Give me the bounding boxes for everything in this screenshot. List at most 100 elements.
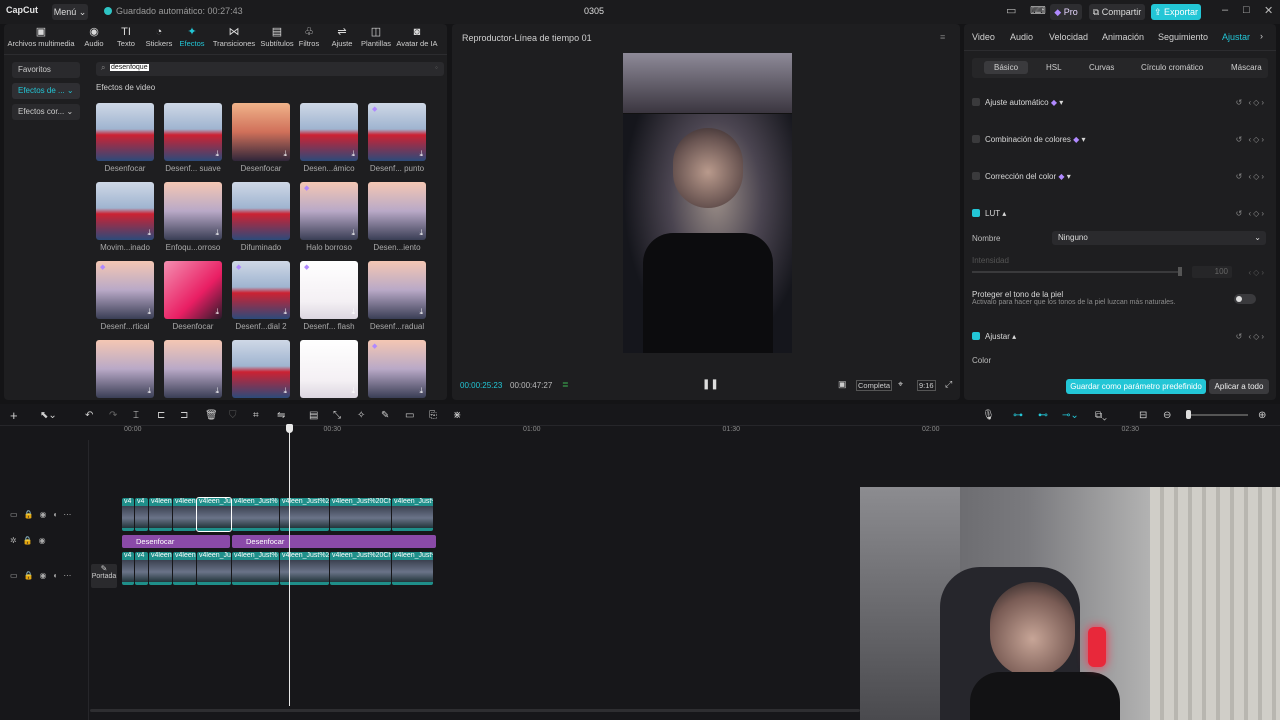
tab-audio[interactable]: Audio [1010,32,1033,42]
preview-axis-icon[interactable]: ⧉⌄ [1095,410,1107,421]
download-icon[interactable]: ⤓ [351,228,355,238]
playhead-handle[interactable] [286,424,293,433]
effect-thumbnail[interactable]: ⤓ [232,340,290,398]
video-clip[interactable]: v4leen_Just% [392,498,433,531]
zoom-handle[interactable] [1186,410,1191,419]
video-preview[interactable] [623,53,792,353]
video-clip[interactable]: v4leen [173,552,196,585]
menu-button[interactable]: Menú ⌄ [52,4,88,20]
lut-name-select[interactable]: Ninguno ⌄ [1052,231,1266,245]
tool-effects[interactable]: ✦ Efectos [172,26,212,48]
effect-thumbnail[interactable]: ⤓ [368,182,426,240]
download-icon[interactable]: ⤓ [147,307,151,317]
add-icon[interactable]: + [10,408,18,423]
track-header-main[interactable]: ▭🔒◉◖⋯ [10,571,77,580]
effect-thumbnail[interactable]: ⤓ [164,182,222,240]
fit-icon[interactable]: ⊟ [1139,410,1147,421]
layout-icon[interactable]: ▭ [1006,4,1016,17]
effect-clip[interactable]: Desenfocar [232,535,436,548]
keyframe-controls[interactable]: ↺ ‹◇› [1236,172,1266,181]
effect-thumbnail[interactable]: ◆ ⤓ [368,340,426,398]
effect-thumbnail[interactable]: ⤓ [300,103,358,161]
video-clip[interactable]: v4leen [149,552,172,585]
subtab-curves[interactable]: Curvas [1089,63,1114,72]
save-preset-button[interactable]: Guardar como parámetro predefinido [1066,379,1206,394]
effect-thumbnail[interactable]: ◆ ⤓ [96,261,154,319]
download-icon[interactable]: ⤓ [351,149,355,159]
search-clear-icon[interactable]: ◦ [434,63,439,72]
delete-icon[interactable]: 🗑 [205,410,218,421]
effect-thumbnail[interactable]: ◆ ⤓ [300,261,358,319]
lut-checkbox[interactable] [972,209,980,217]
effect-thumbnail[interactable]: ⤓ [164,103,222,161]
tool-ai-avatar[interactable]: ◙ Avatar de IA [394,26,440,48]
effect-thumbnail[interactable] [96,103,154,161]
cover-toggle-icon[interactable]: ▭ [10,571,24,580]
transform-icon[interactable]: ⤡ [333,410,341,421]
keyframe-controls[interactable]: ↺ ‹◇› [1236,98,1266,107]
tab-animation[interactable]: Animación [1102,32,1144,42]
speaker-icon[interactable]: ◖ [53,571,64,580]
row-lut[interactable]: LUT ▴ [972,209,1006,218]
subtab-basic[interactable]: Básico [984,61,1029,74]
tool-media[interactable]: ▣ Archivos multimedia [4,26,78,48]
microphone-icon[interactable]: 🎙 [982,410,995,421]
adjust-checkbox[interactable] [972,332,980,340]
main-track-link-icon[interactable]: ⊶ [1013,410,1023,421]
effect-thumbnail[interactable]: ⤓ [164,340,222,398]
auto-adjust-icon[interactable]: ✎ [381,410,389,421]
video-clip[interactable]: v4leen [173,498,196,531]
subtab-hsl[interactable]: HSL [1046,63,1062,72]
row-adjust[interactable]: Ajustar ▴ [972,332,1016,341]
video-clip[interactable]: v4 [122,498,134,531]
download-icon[interactable]: ⤓ [215,228,219,238]
intensity-slider[interactable] [972,271,1182,273]
chevron-right-icon[interactable]: › [1260,31,1263,41]
intensity-handle[interactable] [1178,267,1182,276]
sidebar-item-favorites[interactable]: Favoritos [12,62,80,78]
download-icon[interactable]: ⤓ [147,386,151,396]
split-left-icon[interactable]: ⊏ [157,410,165,421]
video-clip[interactable]: v4 [122,552,134,585]
effect-thumbnail[interactable] [232,182,290,240]
video-clip[interactable]: v4leen_Ju [196,497,232,532]
intensity-value[interactable]: 100 [1192,266,1232,278]
tab-adjust[interactable]: Ajustar [1222,32,1250,42]
sidebar-item-body-effects[interactable]: Efectos cor... ⌄ [12,104,80,120]
replace-icon[interactable]: ⎘ [429,410,437,421]
row-color-match[interactable]: Combinación de colores ◆ ▾ [972,135,1085,144]
download-icon[interactable]: ⤓ [419,386,423,396]
minimize-icon[interactable]: – [1222,4,1228,16]
effect-thumbnail[interactable]: ⤓ [300,340,358,398]
row-auto-adjust[interactable]: Ajuste automático ◆ ▾ [972,98,1063,107]
download-icon[interactable]: ⤓ [283,386,287,396]
skin-protect-toggle[interactable] [1234,294,1256,304]
zoom-out-icon[interactable]: ⊖ [1163,410,1171,421]
motion-icon[interactable]: ⋇ [453,410,461,421]
player-menu-icon[interactable]: ≡ [940,32,945,42]
effect-thumbnail[interactable]: ⤓ [96,340,154,398]
video-clip[interactable]: v4 [135,498,148,531]
sidebar-item-video-effects[interactable]: Efectos de ... ⌄ [12,83,80,99]
keyframe-controls[interactable]: ↺ ‹◇› [1236,135,1266,144]
track-header-effects[interactable]: ✲🔒◉ [10,536,52,545]
playhead[interactable] [289,426,290,706]
lock-icon[interactable]: 🔒 [24,571,40,580]
effect-thumbnail[interactable]: ◆ ⤓ [368,103,426,161]
pro-button[interactable]: ◆ Pro [1050,4,1082,20]
video-clip[interactable]: v4leen_Just%2 [280,498,329,531]
auto-snap-icon[interactable]: ⊷ [1038,410,1048,421]
video-clip[interactable]: v4leen_Just% [392,552,433,585]
horizontal-scrollbar[interactable] [90,709,860,712]
close-icon[interactable]: ✕ [1264,4,1273,17]
video-clip[interactable]: v4 [135,552,148,585]
cover-toggle-icon[interactable]: ▭ [10,510,24,519]
track-header-overlay[interactable]: ▭🔒◉◖⋯ [10,510,77,519]
undo-icon[interactable]: ↶ [85,410,93,421]
redo-icon[interactable]: ↷ [109,410,117,421]
maximize-icon[interactable]: □ [1243,4,1250,16]
download-icon[interactable]: ⤓ [283,149,287,159]
tool-templates[interactable]: ◫ Plantillas [356,26,396,48]
video-clip[interactable]: v4leen_Just% [232,552,279,585]
subtab-color-wheel[interactable]: Círculo cromático [1141,63,1203,72]
